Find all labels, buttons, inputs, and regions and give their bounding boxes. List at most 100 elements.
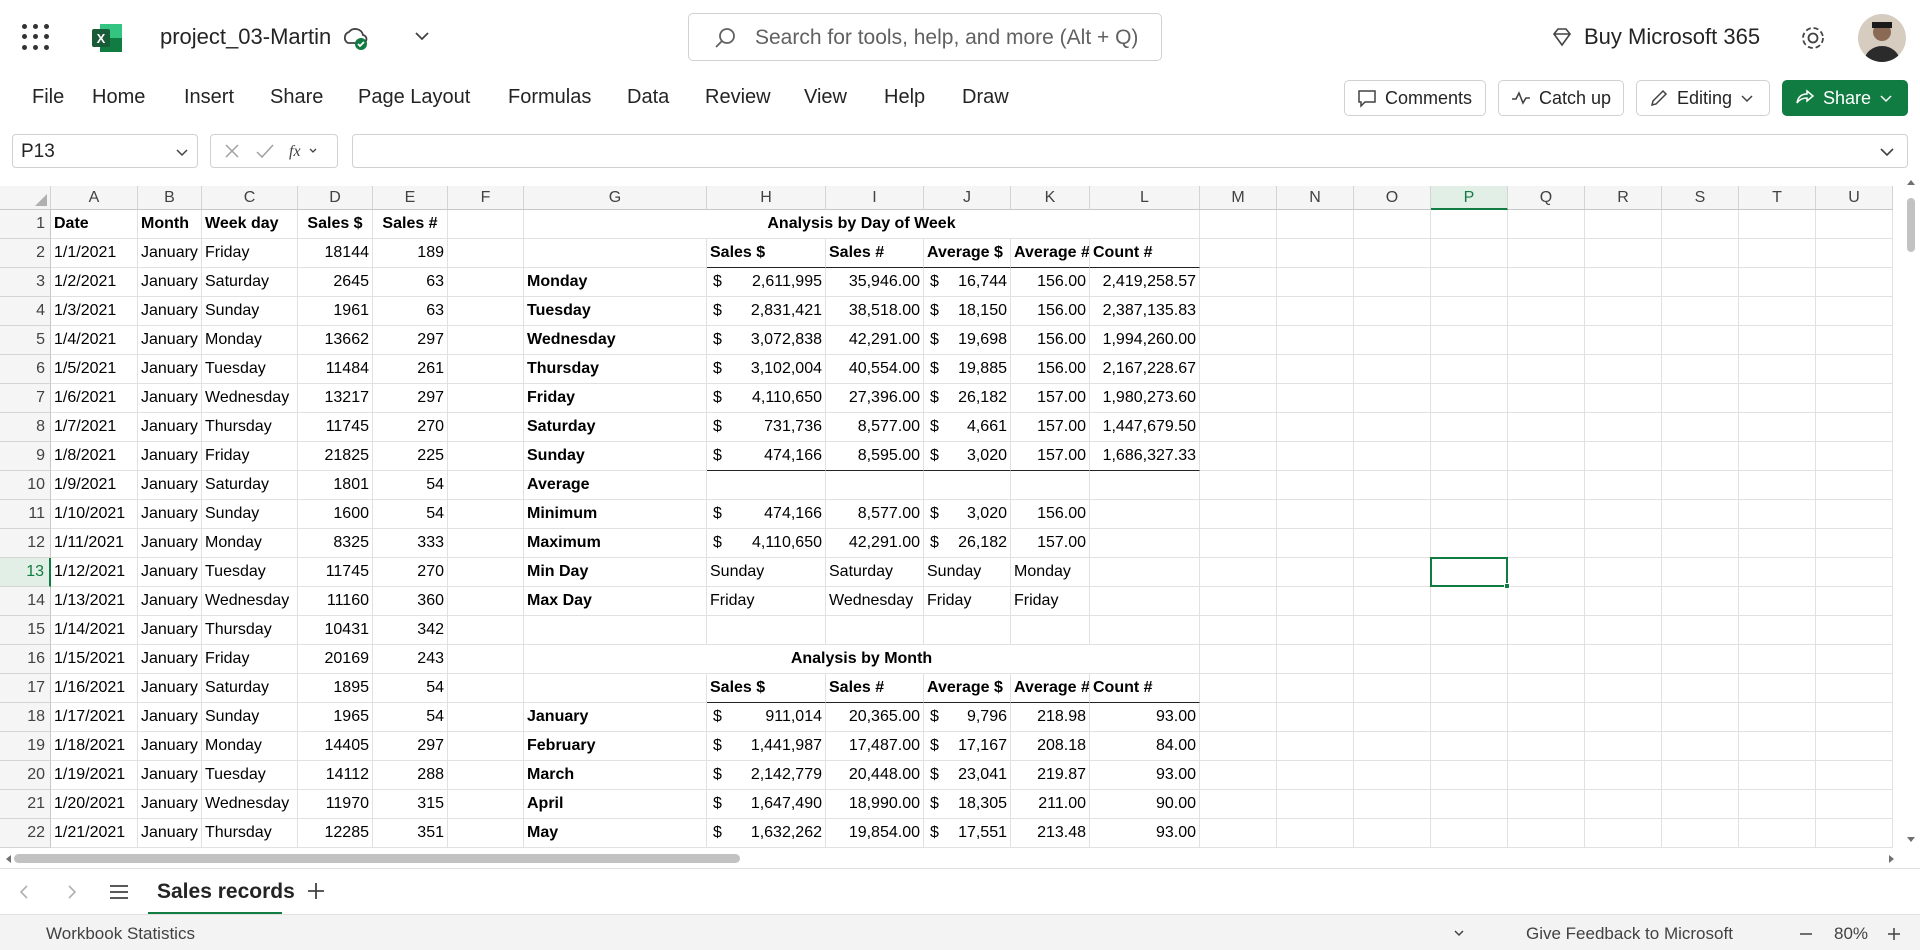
data-cell[interactable]: 1961: [298, 297, 373, 326]
row-header-20[interactable]: 20: [0, 761, 51, 790]
empty-cell[interactable]: [448, 761, 524, 790]
empty-cell[interactable]: [1277, 442, 1354, 471]
empty-cell[interactable]: [1200, 790, 1277, 819]
row-header-12[interactable]: 12: [0, 529, 51, 558]
data-cell[interactable]: Sunday: [202, 500, 298, 529]
empty-cell[interactable]: [1354, 268, 1431, 297]
data-cell[interactable]: Thursday: [202, 819, 298, 848]
column-header-h[interactable]: H: [707, 186, 826, 210]
empty-cell[interactable]: [1200, 819, 1277, 848]
dow-header-cell[interactable]: Count #: [1090, 239, 1200, 268]
month-sales-count[interactable]: 20,448.00: [826, 761, 924, 790]
empty-cell[interactable]: [1662, 790, 1739, 819]
empty-cell[interactable]: [1277, 645, 1354, 674]
dow-min-day-cell[interactable]: Sunday: [707, 558, 826, 587]
empty-cell[interactable]: [1200, 471, 1277, 500]
empty-cell[interactable]: [1277, 471, 1354, 500]
dow-average-count[interactable]: 157.00: [1011, 442, 1090, 471]
empty-cell[interactable]: [1431, 732, 1508, 761]
dow-average-dollar[interactable]: $19,698: [924, 326, 1011, 355]
column-header-p[interactable]: P: [1431, 186, 1508, 210]
empty-cell[interactable]: [448, 384, 524, 413]
empty-cell[interactable]: [448, 413, 524, 442]
data-cell[interactable]: 1965: [298, 703, 373, 732]
data-cell[interactable]: Wednesday: [202, 587, 298, 616]
data-cell[interactable]: Saturday: [202, 674, 298, 703]
tab-formulas[interactable]: Formulas: [508, 86, 591, 109]
function-icon[interactable]: fx: [289, 141, 319, 161]
empty-cell[interactable]: [1200, 703, 1277, 732]
empty-cell[interactable]: [1011, 616, 1090, 645]
data-cell[interactable]: Tuesday: [202, 558, 298, 587]
empty-cell[interactable]: [1662, 761, 1739, 790]
empty-cell[interactable]: [1508, 355, 1585, 384]
search-input[interactable]: Search for tools, help, and more (Alt + …: [688, 13, 1162, 61]
data-cell[interactable]: 1/21/2021: [51, 819, 138, 848]
empty-cell[interactable]: [1816, 210, 1893, 239]
data-cell[interactable]: January: [138, 529, 202, 558]
empty-cell[interactable]: [1200, 442, 1277, 471]
row-header-22[interactable]: 22: [0, 819, 51, 848]
month-average-count[interactable]: 219.87: [1011, 761, 1090, 790]
empty-cell[interactable]: [1200, 732, 1277, 761]
empty-cell[interactable]: [1508, 645, 1585, 674]
empty-cell[interactable]: [1354, 326, 1431, 355]
dow-count[interactable]: 2,387,135.83: [1090, 297, 1200, 326]
empty-cell[interactable]: [1816, 442, 1893, 471]
vertical-scroll-thumb[interactable]: [1907, 198, 1915, 252]
cloud-saved-icon[interactable]: [340, 23, 370, 53]
row-header-11[interactable]: 11: [0, 500, 51, 529]
data-cell[interactable]: 1/5/2021: [51, 355, 138, 384]
data-cell[interactable]: January: [138, 268, 202, 297]
empty-cell[interactable]: [1816, 819, 1893, 848]
month-label[interactable]: January: [524, 703, 707, 732]
empty-cell[interactable]: [1662, 210, 1739, 239]
empty-cell[interactable]: [1011, 471, 1090, 500]
data-cell[interactable]: 11745: [298, 558, 373, 587]
dow-day-label[interactable]: Friday: [524, 384, 707, 413]
month-count[interactable]: 93.00: [1090, 819, 1200, 848]
empty-cell[interactable]: [1739, 761, 1816, 790]
empty-cell[interactable]: [1277, 790, 1354, 819]
dow-average-dollar[interactable]: $16,744: [924, 268, 1011, 297]
data-cell[interactable]: 1/16/2021: [51, 674, 138, 703]
dow-sales-count[interactable]: 27,396.00: [826, 384, 924, 413]
data-cell[interactable]: 297: [373, 384, 448, 413]
empty-cell[interactable]: [448, 558, 524, 587]
empty-cell[interactable]: [1585, 558, 1662, 587]
row-header-21[interactable]: 21: [0, 790, 51, 819]
empty-cell[interactable]: [1816, 384, 1893, 413]
dow-header-cell[interactable]: Average #: [1011, 239, 1090, 268]
dow-average-count[interactable]: 156.00: [1011, 297, 1090, 326]
row-header-17[interactable]: 17: [0, 674, 51, 703]
empty-cell[interactable]: [1585, 616, 1662, 645]
empty-cell[interactable]: [1277, 703, 1354, 732]
chevron-down-icon[interactable]: [412, 26, 432, 46]
empty-cell[interactable]: [1585, 268, 1662, 297]
empty-cell[interactable]: [1662, 674, 1739, 703]
data-cell[interactable]: January: [138, 239, 202, 268]
empty-cell[interactable]: [448, 500, 524, 529]
empty-cell[interactable]: [448, 442, 524, 471]
empty-cell[interactable]: [1662, 587, 1739, 616]
empty-cell[interactable]: [1200, 355, 1277, 384]
chevron-left-icon[interactable]: [18, 884, 30, 900]
column-header-d[interactable]: D: [298, 186, 373, 210]
data-cell[interactable]: 297: [373, 326, 448, 355]
empty-cell[interactable]: [1431, 355, 1508, 384]
column-header-n[interactable]: N: [1277, 186, 1354, 210]
data-cell[interactable]: 1801: [298, 471, 373, 500]
empty-cell[interactable]: [1508, 558, 1585, 587]
dow-sales-dollar[interactable]: $3,072,838: [707, 326, 826, 355]
empty-cell[interactable]: [1662, 413, 1739, 442]
empty-cell[interactable]: [1585, 790, 1662, 819]
empty-cell[interactable]: [1431, 790, 1508, 819]
data-cell[interactable]: January: [138, 819, 202, 848]
empty-cell[interactable]: [1431, 674, 1508, 703]
month-analysis-title[interactable]: Analysis by Month: [524, 645, 1200, 674]
dow-sales-count[interactable]: 8,577.00: [826, 413, 924, 442]
empty-cell[interactable]: [1431, 587, 1508, 616]
data-cell[interactable]: 1/13/2021: [51, 587, 138, 616]
row-header-15[interactable]: 15: [0, 616, 51, 645]
row-header-13[interactable]: 13: [0, 558, 51, 587]
